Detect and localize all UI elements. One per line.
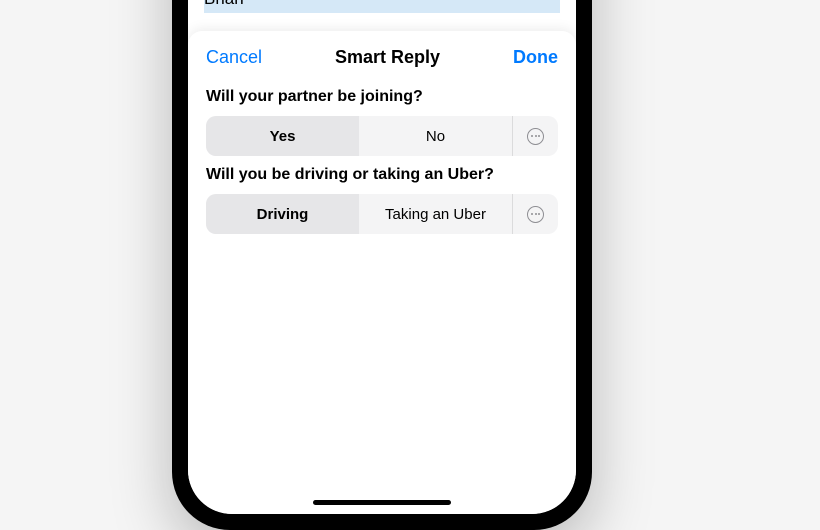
question-block-transport: Will you be driving or taking an Uber? D… bbox=[188, 160, 576, 238]
more-options-button[interactable] bbox=[512, 116, 558, 156]
smart-reply-sheet: Cancel Smart Reply Done Will your partne… bbox=[188, 31, 576, 514]
done-button[interactable]: Done bbox=[513, 47, 558, 68]
ellipsis-circle-icon bbox=[527, 206, 544, 223]
choice-segmented-control: Yes No bbox=[206, 116, 558, 156]
phone-frame: Hi Jasmine Thanks for the invite! We'll … bbox=[172, 0, 592, 530]
choice-no[interactable]: No bbox=[359, 116, 512, 156]
email-highlighted-text: Hi Jasmine Thanks for the invite! We'll … bbox=[204, 0, 560, 13]
email-compose-area[interactable]: Hi Jasmine Thanks for the invite! We'll … bbox=[188, 0, 576, 31]
phone-bezel: Hi Jasmine Thanks for the invite! We'll … bbox=[184, 0, 580, 518]
sheet-title: Smart Reply bbox=[335, 47, 440, 68]
home-indicator[interactable] bbox=[313, 500, 451, 505]
more-options-button[interactable] bbox=[512, 194, 558, 234]
email-signature: Brian bbox=[204, 0, 560, 11]
choice-uber[interactable]: Taking an Uber bbox=[359, 194, 512, 234]
choice-segmented-control: Driving Taking an Uber bbox=[206, 194, 558, 234]
question-label: Will you be driving or taking an Uber? bbox=[206, 166, 558, 184]
choice-yes[interactable]: Yes bbox=[206, 116, 359, 156]
question-block-partner: Will your partner be joining? Yes No bbox=[188, 82, 576, 160]
choice-driving[interactable]: Driving bbox=[206, 194, 359, 234]
ellipsis-circle-icon bbox=[527, 128, 544, 145]
question-label: Will your partner be joining? bbox=[206, 88, 558, 106]
phone-screen: Hi Jasmine Thanks for the invite! We'll … bbox=[188, 0, 576, 514]
cancel-button[interactable]: Cancel bbox=[206, 47, 262, 68]
sheet-header: Cancel Smart Reply Done bbox=[188, 31, 576, 82]
